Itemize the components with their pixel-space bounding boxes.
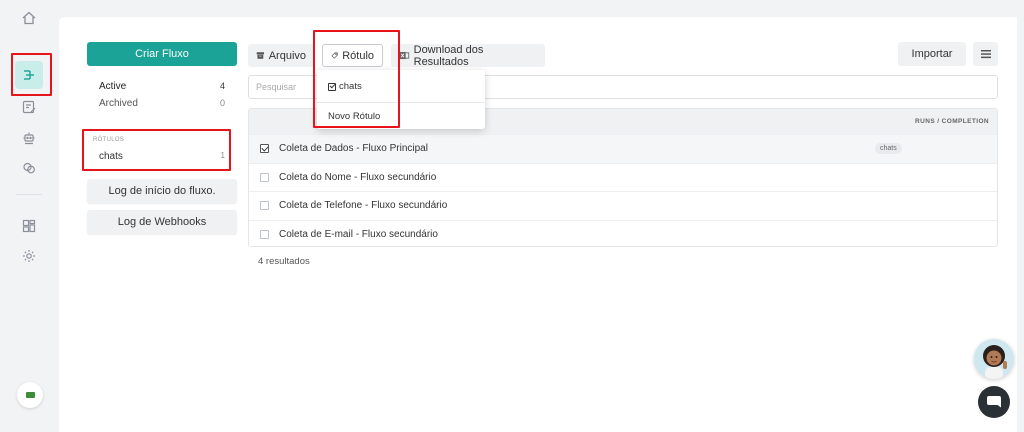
flow-name[interactable]: Coleta do Nome - Fluxo secundário [279,172,436,183]
archive-icon [256,52,264,59]
edit-icon[interactable] [18,96,40,118]
table-row[interactable]: Coleta de E-mail - Fluxo secundário [249,219,997,247]
flow-name[interactable]: Coleta de Dados - Fluxo Principal [279,143,428,154]
status-label: Archived [99,98,138,109]
import-button[interactable]: Importar [898,42,966,66]
row-checkbox[interactable] [260,172,269,182]
flow-start-log-button[interactable]: Log de início do fluxo. [87,179,237,203]
archive-label: Arquivo [268,49,306,62]
runs-completion-header[interactable]: RUNS / COMPLETION [915,118,989,125]
download-results-button[interactable]: Download dos Resultados [391,43,545,68]
flow-name[interactable]: Coleta de E-mail - Fluxo secundário [279,229,438,240]
download-label: Download dos Resultados [413,43,484,68]
excel-icon [399,51,410,60]
status-archived[interactable]: Archived 0 [99,98,225,109]
rail-divider [16,194,42,195]
status-active[interactable]: Active 4 [99,81,225,92]
highlight-box-sidebar [11,53,52,96]
status-count: 4 [219,81,225,91]
settings-icon[interactable] [18,245,40,267]
flag-icon [25,392,35,398]
chat-bubbles-icon[interactable] [18,157,40,179]
highlight-box-labels [82,129,231,171]
row-tag: chats [875,143,902,154]
status-label: Active [99,81,127,92]
chat-icon [987,396,1001,408]
status-count: 0 [219,98,225,108]
webhook-log-button[interactable]: Log de Webhooks [87,210,237,234]
flow-name[interactable]: Coleta de Telefone - Fluxo secundário [279,200,447,211]
highlight-box-label-menu [313,30,400,128]
dashboard-icon[interactable] [18,215,40,237]
assistant-face-icon [983,345,1007,379]
chat-launcher-button[interactable] [978,386,1010,418]
workspace-avatar[interactable] [17,382,43,408]
hamburger-icon [980,50,991,59]
archive-button[interactable]: Arquivo [248,44,314,67]
row-checkbox[interactable] [260,229,269,239]
home-icon[interactable] [18,7,40,29]
robot-icon[interactable] [18,127,40,149]
table-row[interactable]: Coleta de Dados - Fluxo Principal chats [249,134,997,163]
results-count: 4 resultados [258,256,310,267]
row-checkbox[interactable] [260,144,269,153]
row-checkbox[interactable] [260,201,269,210]
table-row[interactable]: Coleta de Telefone - Fluxo secundário [249,191,997,220]
menu-button[interactable] [973,42,998,66]
create-flow-button[interactable]: Criar Fluxo [87,42,237,66]
assistant-avatar[interactable] [974,339,1014,379]
table-row[interactable]: Coleta do Nome - Fluxo secundário [249,162,997,192]
